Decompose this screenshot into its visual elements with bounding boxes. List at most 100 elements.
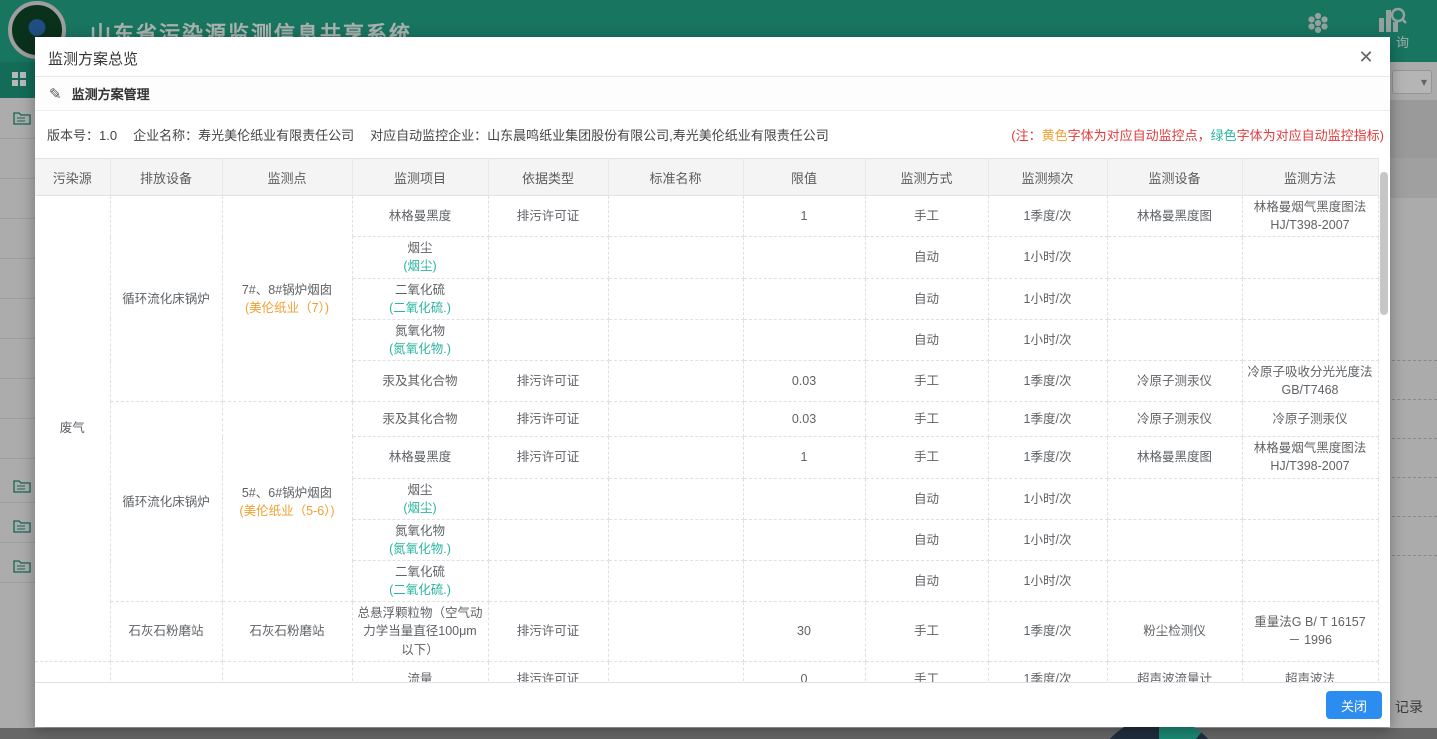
cell-device — [1107, 561, 1242, 602]
cell-frequency: 1小时/次 — [988, 519, 1107, 560]
cell-limit — [743, 278, 865, 319]
cell-standard — [608, 661, 743, 682]
cell-project: 汞及其化合物 — [352, 361, 488, 402]
close-icon[interactable]: ✕ — [1354, 45, 1378, 69]
cell-device — [1107, 478, 1242, 519]
cell-pollutant — [35, 661, 110, 682]
cell-equipment — [110, 661, 222, 682]
col-point: 监测点 — [222, 159, 352, 196]
cell-limit — [743, 319, 865, 360]
cell-point: 7#、8#锅炉烟囱(美伦纸业（7）) — [222, 196, 352, 402]
col-equipment: 排放设备 — [110, 159, 222, 196]
auto-company-value: 山东晨鸣纸业集团股份有限公司,寿光美伦纸业有限责任公司 — [487, 128, 829, 143]
cell-mode: 自动 — [865, 478, 988, 519]
modal-titlebar: 监测方案总览 ✕ — [35, 37, 1390, 77]
cell-limit — [743, 561, 865, 602]
cell-point: 石灰石粉磨站 — [222, 602, 352, 661]
cell-mode: 自动 — [865, 519, 988, 560]
cell-device — [1107, 319, 1242, 360]
cell-frequency: 1季度/次 — [988, 402, 1107, 437]
section-title: 监测方案管理 — [72, 84, 150, 103]
cell-device — [1107, 237, 1242, 278]
cell-limit: 1 — [743, 196, 865, 237]
cell-basis: 排污许可证 — [488, 661, 608, 682]
cell-limit: 30 — [743, 602, 865, 661]
auto-indicator-tag: (氮氧化物.) — [358, 540, 483, 558]
cell-standard — [608, 319, 743, 360]
vertical-scrollbar-thumb[interactable] — [1380, 172, 1388, 315]
cell-method: 冷原子吸收分光光度法GB/T7468 — [1242, 361, 1378, 402]
close-button[interactable]: 关闭 — [1326, 691, 1382, 719]
pen-icon: ✎ — [49, 85, 62, 103]
cell-equipment: 循环流化床锅炉 — [110, 196, 222, 402]
cell-mode: 手工 — [865, 196, 988, 237]
info-bar: 版本号：1.0企业名称：寿光美伦纸业有限责任公司对应自动监控企业：山东晨鸣纸业集… — [35, 111, 1390, 157]
cell-limit: 0.03 — [743, 402, 865, 437]
cell-limit — [743, 519, 865, 560]
cell-mode: 手工 — [865, 402, 988, 437]
cell-standard — [608, 402, 743, 437]
cell-pollutant: 废气 — [35, 196, 110, 662]
cell-project: 氮氧化物(氮氧化物.) — [352, 319, 488, 360]
cell-device: 林格曼黑度图 — [1107, 196, 1242, 237]
cell-equipment: 石灰石粉磨站 — [110, 602, 222, 661]
cell-method: 林格曼烟气黑度图法HJ/T398-2007 — [1242, 196, 1378, 237]
cell-equipment: 循环流化床锅炉 — [110, 402, 222, 602]
cell-mode: 自动 — [865, 319, 988, 360]
cell-limit — [743, 478, 865, 519]
monitoring-table: 污染源 排放设备 监测点 监测项目 依据类型 标准名称 限值 监测方式 监测频次… — [35, 158, 1379, 682]
cell-basis — [488, 319, 608, 360]
cell-device: 超声波流量计 — [1107, 661, 1242, 682]
cell-device: 冷原子测汞仪 — [1107, 361, 1242, 402]
auto-company-label: 对应自动监控企业： — [370, 128, 487, 143]
cell-frequency: 1季度/次 — [988, 196, 1107, 237]
cell-mode: 手工 — [865, 361, 988, 402]
cell-device: 冷原子测汞仪 — [1107, 402, 1242, 437]
monitoring-plan-modal: 监测方案总览 ✕ ✎ 监测方案管理 版本号：1.0企业名称：寿光美伦纸业有限责任… — [35, 37, 1390, 727]
cell-project: 烟尘(烟尘) — [352, 237, 488, 278]
auto-indicator-tag: (二氧化硫.) — [358, 581, 483, 599]
cell-basis: 排污许可证 — [488, 602, 608, 661]
cell-mode: 自动 — [865, 278, 988, 319]
color-legend-note: (注：黄色字体为对应自动监控点，绿色字体为对应自动监控指标) — [1011, 125, 1384, 144]
col-project: 监测项目 — [352, 159, 488, 196]
cell-mode: 手工 — [865, 602, 988, 661]
modal-title: 监测方案总览 — [48, 48, 138, 69]
cell-project: 二氧化硫(二氧化硫.) — [352, 278, 488, 319]
version-label: 版本号： — [47, 128, 99, 143]
cell-basis — [488, 237, 608, 278]
cell-method — [1242, 319, 1378, 360]
table-scroll-area[interactable]: 污染源 排放设备 监测点 监测项目 依据类型 标准名称 限值 监测方式 监测频次… — [35, 158, 1390, 682]
note-green: 绿色 — [1211, 128, 1237, 143]
cell-basis — [488, 519, 608, 560]
cell-standard — [608, 478, 743, 519]
cell-point — [222, 661, 352, 682]
cell-standard — [608, 437, 743, 478]
col-mode: 监测方式 — [865, 159, 988, 196]
cell-frequency: 1季度/次 — [988, 437, 1107, 478]
cell-limit — [743, 237, 865, 278]
company-value: 寿光美伦纸业有限责任公司 — [198, 128, 354, 143]
table-row: 石灰石粉磨站 石灰石粉磨站 总悬浮颗粒物（空气动力学当量直径100μm以下） 排… — [35, 602, 1378, 661]
cell-method — [1242, 278, 1378, 319]
cell-mode: 手工 — [865, 437, 988, 478]
cell-method: 冷原子测汞仪 — [1242, 402, 1378, 437]
cell-standard — [608, 519, 743, 560]
cell-standard — [608, 196, 743, 237]
table-row: 废气 循环流化床锅炉 7#、8#锅炉烟囱(美伦纸业（7）) 林格曼黑度 排污许可… — [35, 196, 1378, 237]
cell-standard — [608, 278, 743, 319]
cell-limit: 1 — [743, 437, 865, 478]
cell-method — [1242, 561, 1378, 602]
section-header: ✎ 监测方案管理 — [35, 77, 1390, 111]
cell-method: 超声波法 — [1242, 661, 1378, 682]
auto-point-tag: (美伦纸业（5-6）) — [228, 502, 347, 520]
cell-project: 林格曼黑度 — [352, 196, 488, 237]
table-header-row: 污染源 排放设备 监测点 监测项目 依据类型 标准名称 限值 监测方式 监测频次… — [35, 159, 1378, 196]
cell-frequency: 1季度/次 — [988, 602, 1107, 661]
cell-frequency: 1小时/次 — [988, 478, 1107, 519]
cell-frequency: 1小时/次 — [988, 319, 1107, 360]
cell-device: 林格曼黑度图 — [1107, 437, 1242, 478]
table-row: 循环流化床锅炉 5#、6#锅炉烟囱(美伦纸业（5-6）) 汞及其化合物 排污许可… — [35, 402, 1378, 437]
auto-indicator-tag: (二氧化硫.) — [358, 299, 483, 317]
cell-standard — [608, 602, 743, 661]
